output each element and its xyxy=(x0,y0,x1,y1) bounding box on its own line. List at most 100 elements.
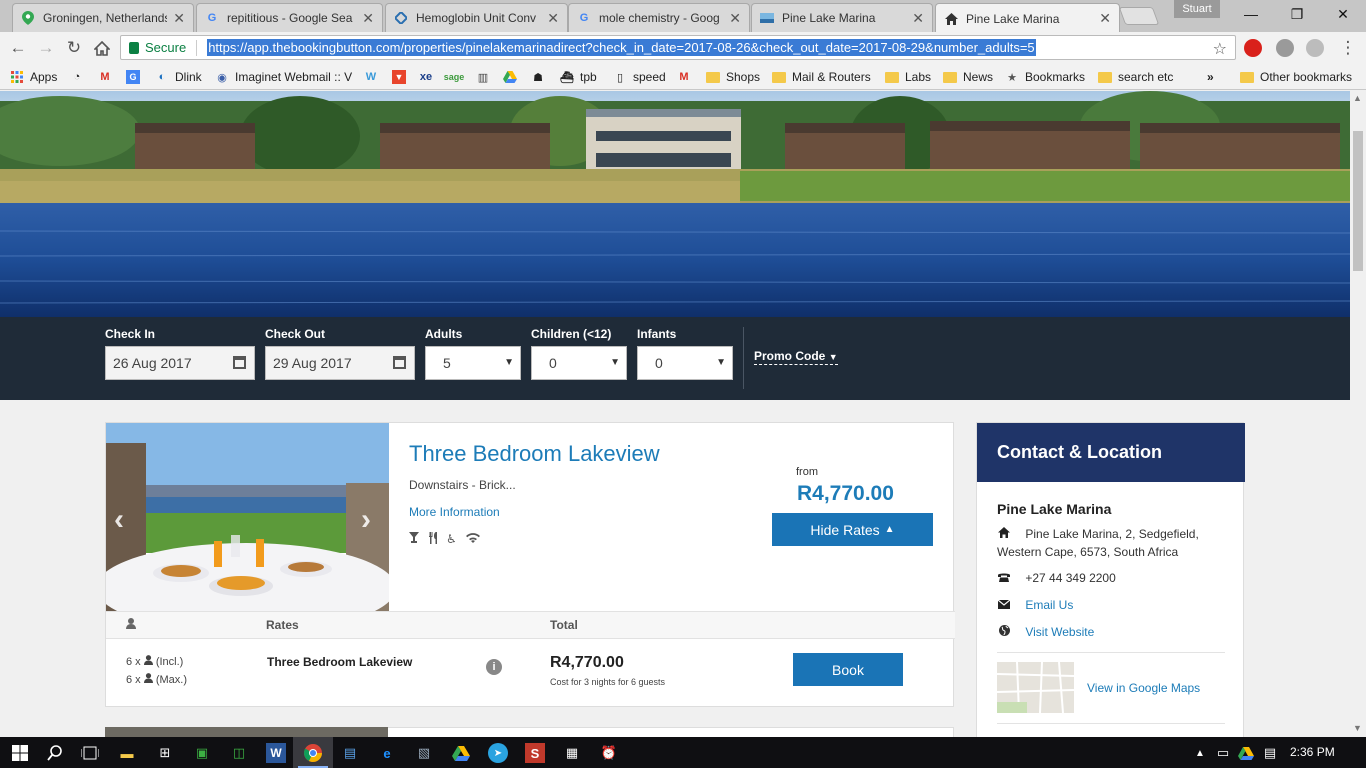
menu-icon[interactable]: ⋮ xyxy=(1336,36,1360,60)
profile-button[interactable]: Stuart xyxy=(1174,0,1220,18)
scroll-up-icon[interactable]: ▲ xyxy=(1353,93,1362,103)
url-text[interactable]: https://app.thebookingbutton.com/propert… xyxy=(207,39,1036,56)
tray-drive-icon[interactable] xyxy=(1236,743,1256,763)
bookmark-wordpress[interactable]: W xyxy=(364,68,384,86)
promo-code-toggle[interactable]: Promo Code ▼ xyxy=(754,349,838,365)
chat-icon[interactable] xyxy=(1276,39,1294,57)
tab-pine-lake-active[interactable]: Pine Lake Marina ✕ xyxy=(935,3,1120,33)
carousel-next-icon[interactable]: › xyxy=(361,503,371,537)
bookmark-folder-shops[interactable]: Shops xyxy=(706,68,760,86)
bookmark-star-icon[interactable]: ☆ xyxy=(1213,39,1227,59)
drive-extension-icon[interactable] xyxy=(1306,39,1324,57)
check-in-field[interactable]: 26 Aug 2017 xyxy=(105,346,255,380)
more-information-link[interactable]: More Information xyxy=(409,505,500,519)
scroll-down-icon[interactable]: ▼ xyxy=(1353,723,1362,733)
file-explorer-icon[interactable]: ▬ xyxy=(117,743,137,763)
app-blue-icon[interactable]: ▤ xyxy=(340,743,360,763)
children-select[interactable]: 0 ▼ xyxy=(531,346,627,380)
new-tab-button[interactable] xyxy=(1118,7,1160,25)
email-row[interactable]: Email Us xyxy=(997,598,1073,612)
view-in-google-maps-link[interactable]: View in Google Maps xyxy=(1087,681,1200,695)
windows-start-icon[interactable] xyxy=(10,743,30,763)
bookmark-bookmarks[interactable]: ★ Bookmarks xyxy=(1005,68,1085,86)
infants-select[interactable]: 0 ▼ xyxy=(637,346,733,380)
bookmark-dlink[interactable]: ◐ Dlink xyxy=(155,68,202,86)
check-out-field[interactable]: 29 Aug 2017 xyxy=(265,346,415,380)
website-row[interactable]: Visit Website xyxy=(997,625,1094,639)
bookmark-drive[interactable] xyxy=(503,68,523,86)
map-thumbnail[interactable] xyxy=(997,662,1074,713)
email-us-link[interactable]: Email Us xyxy=(1025,598,1073,612)
chevron-down-icon: ▼ xyxy=(610,357,620,368)
tab-close-icon[interactable]: ✕ xyxy=(362,10,374,27)
tab-close-icon[interactable]: ✕ xyxy=(912,10,924,27)
tab-close-icon[interactable]: ✕ xyxy=(547,10,559,27)
tab-close-icon[interactable]: ✕ xyxy=(173,10,185,27)
room-title[interactable]: Three Bedroom Lakeview xyxy=(409,441,660,467)
bookmarks-overflow-button[interactable]: » xyxy=(1207,68,1214,86)
hide-rates-button[interactable]: Hide Rates ▲ xyxy=(772,513,933,546)
forward-arrow-icon[interactable]: → xyxy=(34,36,58,60)
bookmark-folder-mail-routers[interactable]: Mail & Routers xyxy=(772,68,871,86)
bookmark-xe[interactable]: xe xyxy=(419,68,439,86)
tab-close-icon[interactable]: ✕ xyxy=(729,10,741,27)
store-icon[interactable]: ⊞ xyxy=(155,743,175,763)
maximize-icon[interactable]: ❐ xyxy=(1274,0,1320,28)
search-icon[interactable] xyxy=(45,743,65,763)
book-button[interactable]: Book xyxy=(793,653,903,686)
bookmark-sage[interactable]: sage xyxy=(444,68,467,86)
home-button-icon[interactable] xyxy=(90,36,114,60)
task-view-icon[interactable] xyxy=(80,743,100,763)
info-icon[interactable]: i xyxy=(486,659,502,675)
bookmark-gmail-2[interactable]: M xyxy=(677,68,697,86)
bookmark-apps[interactable]: Apps xyxy=(10,68,57,86)
bookmark-gmail[interactable]: M xyxy=(98,68,118,86)
tab-repititious[interactable]: G repititious - Google Sea ✕ xyxy=(196,3,383,32)
scrollbar-thumb[interactable] xyxy=(1353,131,1363,271)
visit-website-link[interactable]: Visit Website xyxy=(1025,625,1094,639)
network-icon[interactable]: ▭ xyxy=(1213,743,1233,763)
bookmark-webmail[interactable]: ◉ Imaginet Webmail :: V xyxy=(215,68,352,86)
app-green-2-icon[interactable]: ◫ xyxy=(229,743,249,763)
address-bar[interactable]: Secure https://app.thebookingbutton.com/… xyxy=(120,35,1236,60)
minimize-icon[interactable]: — xyxy=(1228,0,1274,28)
tab-groningen[interactable]: Groningen, Netherlands ✕ xyxy=(12,3,194,32)
bookmark-tpb[interactable]: ⛴ tpb xyxy=(560,68,597,86)
tab-mole-chemistry[interactable]: G mole chemistry - Goog ✕ xyxy=(568,3,750,32)
drive-icon[interactable] xyxy=(451,743,471,763)
bookmark-speed[interactable]: ▯ speed xyxy=(613,68,666,86)
telegram-icon[interactable]: ➤ xyxy=(488,743,508,763)
carousel-prev-icon[interactable]: ‹ xyxy=(114,503,124,537)
wifi-icon xyxy=(466,532,480,546)
tab-pine-lake-1[interactable]: Pine Lake Marina ✕ xyxy=(751,3,933,32)
close-window-icon[interactable]: ✕ xyxy=(1320,0,1366,28)
secure-indicator[interactable]: Secure xyxy=(129,40,186,55)
bookmark-robot[interactable]: ☗ xyxy=(531,68,551,86)
app-green-icon[interactable]: ▣ xyxy=(192,743,212,763)
app-s-icon[interactable]: S xyxy=(525,743,545,763)
tray-chevron-icon[interactable]: ▲ xyxy=(1190,743,1210,763)
tab-close-icon[interactable]: ✕ xyxy=(1099,10,1111,27)
bookmark-folder-labs[interactable]: Labs xyxy=(885,68,931,86)
taskbar-clock[interactable]: 2:36 PM xyxy=(1290,745,1335,759)
bookmark-other-bookmarks[interactable]: Other bookmarks xyxy=(1240,68,1352,86)
bookmark-library[interactable]: ▥ xyxy=(476,68,496,86)
reload-icon[interactable]: ↻ xyxy=(62,36,86,60)
back-arrow-icon[interactable]: ← xyxy=(6,36,30,60)
bookmark-folder-news[interactable]: News xyxy=(943,68,993,86)
notifications-icon[interactable]: ▤ xyxy=(1260,743,1280,763)
edge-icon[interactable]: e xyxy=(377,743,397,763)
page-scrollbar[interactable]: ▲ ▼ xyxy=(1350,91,1366,737)
bookmark-translate[interactable]: G xyxy=(126,68,146,86)
app-gray-icon[interactable]: ▧ xyxy=(414,743,434,763)
alarm-icon[interactable]: ⏰ xyxy=(599,743,619,763)
tab-hemoglobin[interactable]: Hemoglobin Unit Conv ✕ xyxy=(385,3,568,32)
adults-select[interactable]: 5 ▼ xyxy=(425,346,521,380)
chrome-icon[interactable] xyxy=(303,743,323,763)
bookmark-speedometer[interactable]: ◔ xyxy=(70,68,90,86)
bookmark-folder-search-etc[interactable]: search etc xyxy=(1098,68,1173,86)
calculator-icon[interactable]: ▦ xyxy=(562,743,582,763)
word-icon[interactable]: W xyxy=(266,743,286,763)
opera-icon[interactable] xyxy=(1244,39,1262,57)
bookmark-shield[interactable]: ▼ xyxy=(392,68,412,86)
